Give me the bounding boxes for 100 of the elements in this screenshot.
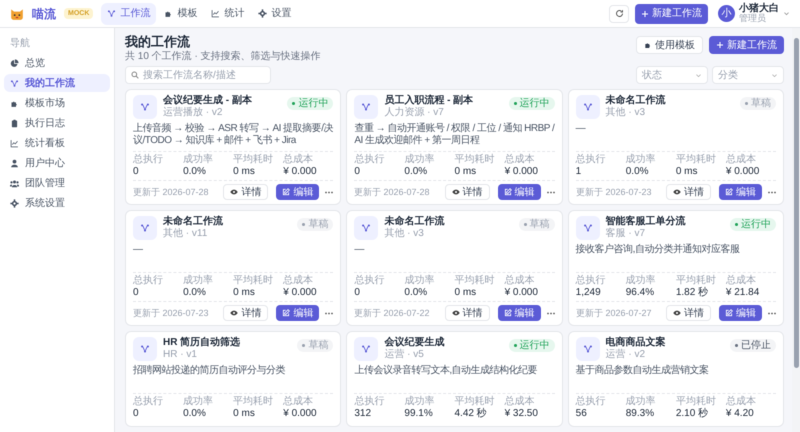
- eye-icon: [230, 188, 238, 196]
- workflow-card[interactable]: 会议纪要生成 运营 · v5 运行中 上传会议录音转写文本,自动生成结构化纪要 总执行 312 成功率 99.1% 平均耗时 4.42 秒 总成本 ¥ 32.50: [346, 331, 563, 427]
- details-button[interactable]: 详情: [444, 184, 490, 200]
- workflow-meta: 运营播放 · v2: [163, 107, 224, 119]
- stat-value: 0: [354, 166, 361, 178]
- stat-value: 0 ms: [454, 287, 478, 299]
- workflow-description: 基于商品参数自动生成营销文案: [576, 365, 710, 378]
- workflow-card[interactable]: 智能客服工单分流 客服 · v7 运行中 接收客户咨询,自动分类并通知对应客服 总执行 1,249 成功率 96.4% 平均耗时 1.82 秒 总成本 ¥ 21.84 更新于 2026-07-27 详情 编辑: [568, 210, 784, 326]
- edit-button[interactable]: 编辑: [276, 184, 320, 200]
- stat-label: 平均耗时: [454, 154, 496, 166]
- stat-label: 平均耗时: [233, 396, 274, 408]
- workflow-name: 电商商品文案: [606, 337, 667, 348]
- sidebar-item[interactable]: 执行日志: [4, 114, 110, 132]
- nav-tab[interactable]: 设置: [252, 2, 298, 24]
- more-icon[interactable]: [546, 190, 555, 194]
- edit-button[interactable]: 编辑: [276, 305, 320, 321]
- details-button[interactable]: 详情: [666, 305, 711, 321]
- details-button[interactable]: 详情: [444, 305, 490, 321]
- workflow-description: —: [354, 244, 366, 257]
- line-chart-icon: [10, 138, 19, 148]
- more-icon[interactable]: [325, 190, 334, 194]
- edit-button[interactable]: 编辑: [498, 184, 541, 200]
- workflow-card[interactable]: 未命名工作流 其他 · v3 草稿 — 总执行 1 成功率 0.0% 平均耗时 0 ms 总成本 ¥ 0.000 更新于 2026-07-23 详情 编辑: [568, 89, 784, 205]
- stat-label: 成功率: [404, 396, 436, 408]
- stat-value: 312: [354, 408, 372, 420]
- new-workflow-button[interactable]: 新建工作流: [709, 36, 784, 54]
- workflow-name: HR 简历自动筛选: [163, 337, 242, 349]
- workflow-meta: 运营 · v2: [606, 349, 646, 361]
- use-template-button[interactable]: 使用模板: [636, 36, 703, 54]
- workflow-name: 智能客服工单分流: [606, 216, 687, 228]
- updated-date: 更新于 2026-07-23: [576, 186, 652, 199]
- edit-icon: [282, 309, 290, 317]
- workflow-name: 未命名工作流: [384, 216, 446, 228]
- nav-tab[interactable]: 模板: [158, 2, 204, 24]
- stat-value: 96.4%: [626, 287, 656, 299]
- stat-value: ¥ 0.000: [283, 408, 318, 420]
- more-icon[interactable]: [325, 312, 334, 314]
- workflow-meta: 人力资源 · v7: [384, 107, 445, 119]
- scrollbar[interactable]: [792, 28, 800, 432]
- edit-icon: [724, 309, 733, 317]
- user-avatar[interactable]: 小: [718, 5, 735, 22]
- sidebar-item[interactable]: 统计看板: [4, 134, 110, 152]
- nav-tab[interactable]: 统计: [205, 2, 250, 24]
- details-button[interactable]: 详情: [223, 305, 268, 321]
- status-badge: 草稿: [297, 339, 334, 352]
- user-icon: [10, 158, 19, 168]
- chevron-down-icon[interactable]: [783, 10, 790, 17]
- sidebar-item[interactable]: 总览: [4, 54, 110, 72]
- stat-label: 平均耗时: [454, 396, 496, 408]
- stat-label: 总执行: [576, 396, 607, 408]
- nodes-icon: [107, 9, 116, 18]
- stat-value: 1.82 秒: [676, 287, 710, 299]
- edit-icon: [282, 188, 290, 196]
- stat-label: 总成本: [504, 396, 536, 408]
- workflow-meta: HR · v1: [163, 349, 198, 361]
- more-icon[interactable]: [768, 312, 776, 314]
- page-title: 我的工作流: [125, 34, 191, 50]
- workflow-card[interactable]: 电商商品文案 运营 · v2 已停止 基于商品参数自动生成营销文案 总执行 56 成功率 89.3% 平均耗时 2.10 秒 总成本 ¥ 4.20: [568, 331, 784, 427]
- edit-button[interactable]: 编辑: [718, 305, 762, 321]
- status-badge: 运行中: [730, 218, 776, 231]
- stat-label: 成功率: [404, 275, 436, 287]
- stat-value: 0: [133, 166, 140, 178]
- edit-button[interactable]: 编辑: [718, 184, 762, 200]
- nodes-icon: [582, 223, 593, 233]
- chevron-down-icon: [771, 72, 778, 78]
- stat-label: 总执行: [133, 154, 164, 166]
- workflow-card[interactable]: 员工入职流程 - 副本 人力资源 · v7 运行中 查重 → 自动开通账号 / 权限 / 工位 / 通知 HRBP / AI 生成欢迎邮件 + 第一周日程 总执行 0 成功率 0.0% 平均耗时 0 ms 总成本 ¥ 0.000 更新于 2026-07-28 详情 编辑: [346, 89, 563, 205]
- workflow-card[interactable]: 会议纪要生成 - 副本 运营播放 · v2 运行中 上传音频 → 校验 → ASR 转写 → AI 提取摘要/决议/TODO → 知识库 + 邮件 + 飞书 + Jira 总执行 0 成功率 0.0% 平均耗时 0 ms 总成本 ¥ 0.000 更新于 2026-07-28 详情 编辑: [125, 89, 342, 205]
- more-icon[interactable]: [546, 312, 555, 314]
- refresh-button[interactable]: [609, 4, 629, 22]
- status-badge: 运行中: [287, 97, 334, 110]
- puzzle-icon: [10, 98, 19, 108]
- details-button[interactable]: 详情: [666, 184, 711, 200]
- cat-logo-icon: [10, 6, 24, 20]
- workflow-description: 查重 → 自动开通账号 / 权限 / 工位 / 通知 HRBP / AI 生成欢迎邮件 + 第一周日程: [354, 123, 555, 147]
- details-button[interactable]: 详情: [223, 184, 268, 200]
- nav-tab[interactable]: 工作流: [101, 2, 156, 24]
- workflow-card[interactable]: 未命名工作流 其他 · v11 草稿 — 总执行 0 成功率 0.0% 平均耗时 0 ms 总成本 ¥ 0.000 更新于 2026-07-23 详情 编辑: [125, 210, 342, 326]
- sidebar-item[interactable]: 团队管理: [4, 174, 110, 192]
- edit-button[interactable]: 编辑: [498, 305, 541, 321]
- eye-icon: [452, 309, 460, 317]
- workflow-card[interactable]: 未命名工作流 其他 · v3 草稿 — 总执行 0 成功率 0.0% 平均耗时 0 ms 总成本 ¥ 0.000 更新于 2026-07-22 详情 编辑: [346, 210, 563, 326]
- stat-label: 总成本: [726, 154, 757, 166]
- stat-label: 成功率: [183, 154, 214, 166]
- sidebar-item[interactable]: 模板市场: [4, 94, 110, 112]
- workflow-meta: 其他 · v3: [384, 228, 425, 240]
- stat-value: 1: [576, 166, 582, 178]
- sidebar-item[interactable]: 我的工作流: [4, 74, 110, 92]
- search-field[interactable]: 搜索工作流名称/描述: [125, 66, 271, 84]
- sidebar-item[interactable]: 系统设置: [4, 194, 110, 212]
- settings-icon: [258, 9, 268, 18]
- more-icon[interactable]: [768, 190, 776, 194]
- workflow-card[interactable]: HR 简历自动筛选 HR · v1 草稿 招聘网站投递的简历自动评分与分类 总执行 0 成功率 0.0% 平均耗时 0 ms 总成本 ¥ 0.000: [125, 331, 342, 427]
- stat-label: 成功率: [404, 154, 436, 166]
- edit-icon: [724, 188, 733, 196]
- new-workflow-button[interactable]: 新建工作流: [635, 4, 708, 24]
- page-subtitle: 共 10 个工作流 · 支持搜索、筛选与快速操作: [125, 50, 322, 63]
- sidebar-item[interactable]: 用户中心: [4, 154, 110, 172]
- nodes-icon: [361, 102, 372, 112]
- stat-value: 0: [354, 287, 361, 299]
